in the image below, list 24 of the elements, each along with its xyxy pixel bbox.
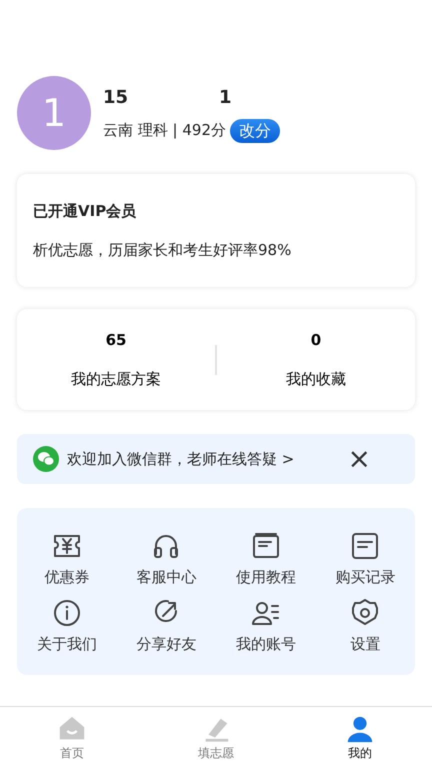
tab[interactable]: 首页 xyxy=(0,707,144,768)
edit-score-button[interactable]: 改分 xyxy=(230,118,280,142)
avatar: 1 xyxy=(17,76,91,150)
tab[interactable]: 我的 xyxy=(288,707,432,768)
menu-item[interactable]: 设置 xyxy=(316,596,415,655)
vip-text: 析优志愿，历届家长和考生好评率98% xyxy=(33,240,292,260)
count-item[interactable]: 0 我的收藏 xyxy=(216,328,415,391)
menu-item[interactable]: 使用教程 xyxy=(216,530,316,588)
region-score-text: 云南 理科 | 492分 xyxy=(103,120,226,142)
menu-item[interactable]: 关于我们 xyxy=(17,596,116,655)
menu-item[interactable]: 购买记录 xyxy=(316,530,415,588)
menu-item[interactable]: 客服中心 xyxy=(116,530,216,588)
menu-item[interactable]: 我的账号 xyxy=(216,596,316,655)
stat-number: 1 xyxy=(219,86,232,110)
chat-icon xyxy=(33,446,59,472)
close-button[interactable]: × xyxy=(344,445,375,473)
tab[interactable]: 填志愿 xyxy=(144,707,288,768)
vip-title: 已开通VIP会员 xyxy=(33,201,138,222)
person-icon xyxy=(345,714,375,744)
stat-number: 15 xyxy=(103,86,130,110)
banner-link[interactable]: 欢迎加入微信群，老师在线答疑 > xyxy=(67,448,294,470)
count-item[interactable]: 65 我的志愿方案 xyxy=(17,328,215,391)
menu-item[interactable]: 优惠券 xyxy=(17,530,116,588)
menu-item[interactable]: 分享好友 xyxy=(116,596,216,655)
